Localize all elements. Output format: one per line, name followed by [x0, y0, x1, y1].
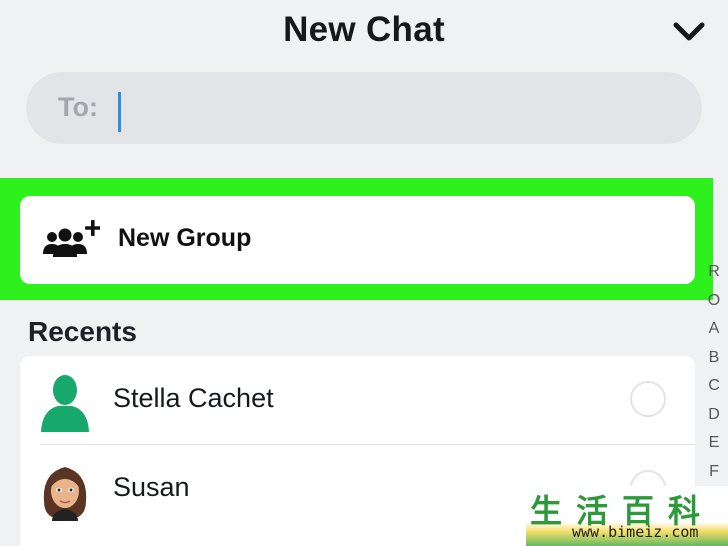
watermark-url: www.bimeiz.com: [572, 523, 699, 541]
index-letter[interactable]: R: [700, 258, 728, 287]
group-add-icon: [43, 220, 100, 257]
index-letter[interactable]: B: [700, 344, 728, 373]
text-caret: [118, 92, 121, 132]
index-letter[interactable]: D: [700, 401, 728, 430]
index-letter[interactable]: O: [700, 287, 728, 316]
recipient-search-field[interactable]: To:: [26, 72, 702, 144]
page-title: New Chat: [283, 10, 445, 49]
index-letter[interactable]: A: [700, 315, 728, 344]
alphabet-index[interactable]: R O A B C D E F: [700, 258, 728, 486]
recents-heading: Recents: [28, 316, 137, 347]
default-ghost-avatar-icon: [41, 375, 89, 432]
header-bar: New Chat: [0, 0, 728, 64]
index-letter[interactable]: C: [700, 372, 728, 401]
watermark: 生活百科 www.bimeiz.com: [526, 486, 728, 546]
new-group-label: New Group: [118, 224, 252, 252]
chevron-down-icon[interactable]: [672, 20, 706, 44]
contact-name: Stella Cachet: [113, 383, 274, 413]
contact-name: Susan: [113, 472, 190, 502]
to-label: To:: [58, 92, 98, 122]
bitmoji-avatar-icon: [43, 467, 87, 521]
select-radio[interactable]: [630, 381, 666, 417]
index-letter[interactable]: F: [700, 458, 728, 487]
index-letter[interactable]: E: [700, 429, 728, 458]
recipient-input[interactable]: [118, 88, 678, 128]
new-group-button[interactable]: New Group: [20, 196, 695, 284]
contact-row-stella-cachet[interactable]: Stella Cachet: [20, 356, 695, 444]
